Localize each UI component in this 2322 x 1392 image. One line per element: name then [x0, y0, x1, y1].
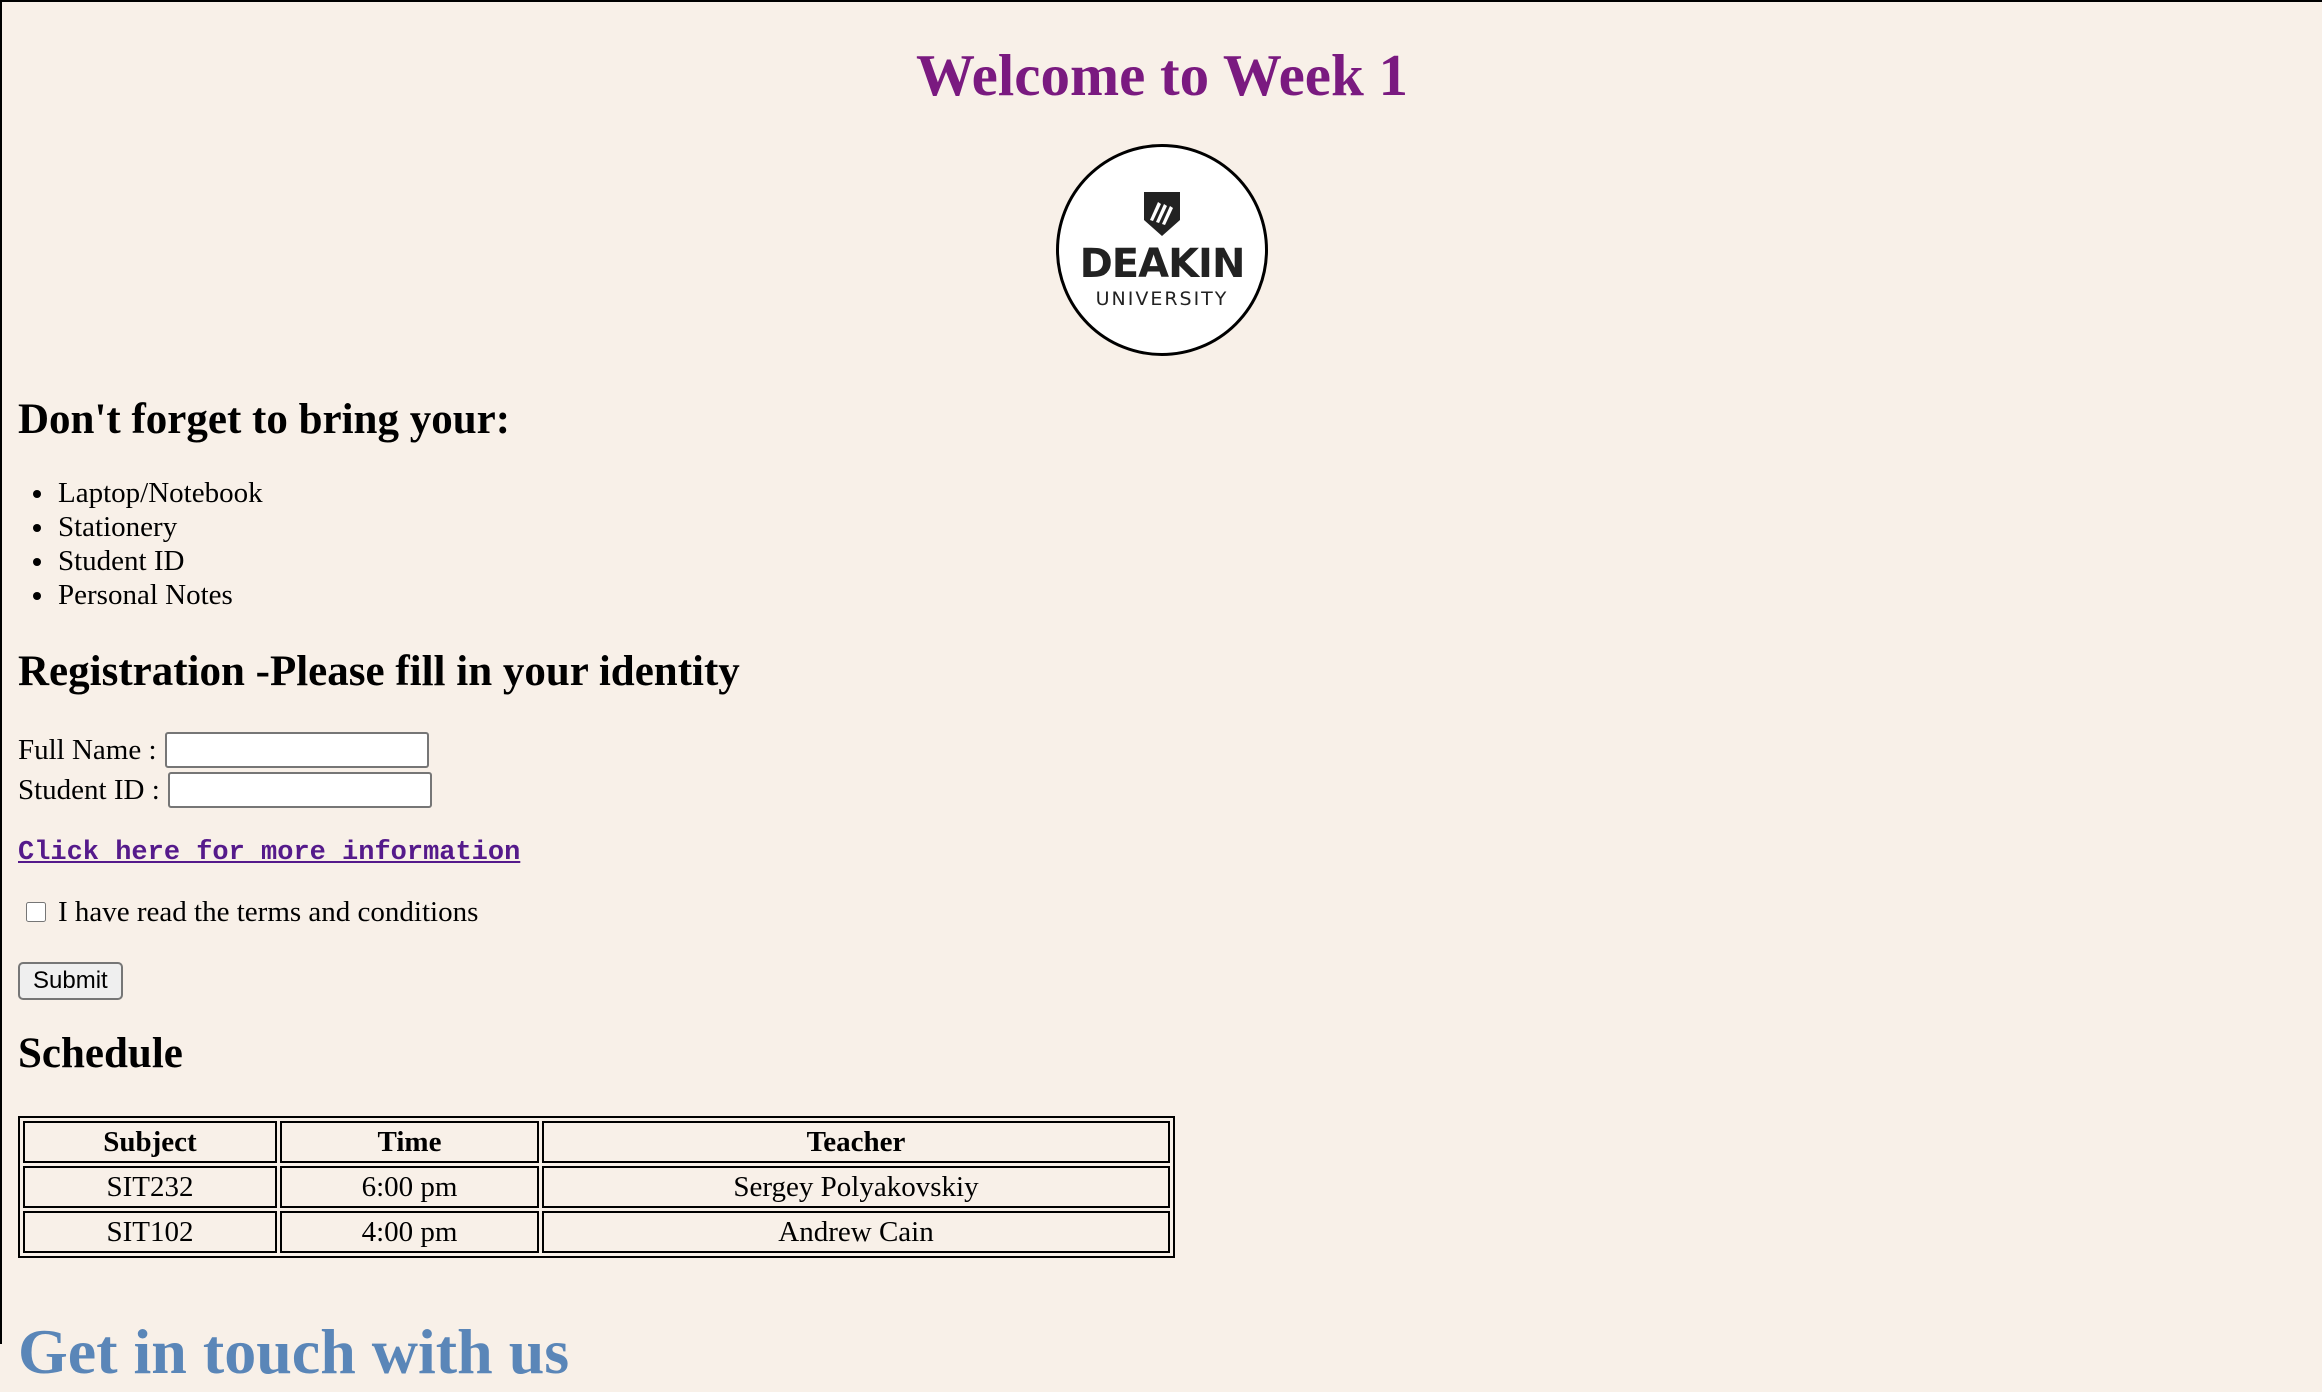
student-id-input[interactable] — [167, 772, 432, 808]
registration-heading: Registration -Please fill in your identi… — [18, 648, 740, 695]
student-id-row: Student ID : — [18, 770, 2306, 810]
schedule-table: Subject Time Teacher SIT232 6:00 pm Serg… — [18, 1116, 1175, 1258]
terms-label: I have read the terms and conditions — [58, 896, 479, 928]
registration-form: Full Name : Student ID : — [18, 730, 2306, 810]
full-name-input[interactable] — [164, 732, 429, 768]
terms-row: I have read the terms and conditions — [18, 892, 2306, 932]
deakin-logo: DEAKIN UNIVERSITY — [1056, 144, 1268, 356]
table-header-row: Subject Time Teacher — [23, 1121, 1170, 1163]
full-name-row: Full Name : — [18, 730, 2306, 770]
table-cell: 6:00 pm — [280, 1166, 539, 1208]
column-header-teacher: Teacher — [542, 1121, 1170, 1163]
table-cell: 4:00 pm — [280, 1211, 539, 1253]
contact-heading: Get in touch with us — [18, 1316, 570, 1387]
submit-button[interactable]: Submit — [18, 962, 123, 1000]
student-id-label: Student ID : — [18, 774, 160, 806]
bring-heading: Don't forget to bring your: — [18, 396, 511, 443]
table-cell: Sergey Polyakovskiy — [542, 1166, 1170, 1208]
logo-wordmark: DEAKIN — [1079, 241, 1246, 287]
full-name-label: Full Name : — [18, 734, 157, 766]
table-cell: SIT102 — [23, 1211, 277, 1253]
logo-subtitle: UNIVERSITY — [1095, 288, 1229, 310]
logo-container: DEAKIN UNIVERSITY — [18, 144, 2306, 356]
table-row: SIT102 4:00 pm Andrew Cain — [23, 1211, 1170, 1253]
page-title: Welcome to Week 1 — [915, 42, 1409, 108]
column-header-subject: Subject — [23, 1121, 277, 1163]
list-item: Stationery — [56, 510, 2306, 544]
table-cell: Andrew Cain — [542, 1211, 1170, 1253]
list-item: Personal Notes — [56, 578, 2306, 612]
table-row: SIT232 6:00 pm Sergey Polyakovskiy — [23, 1166, 1170, 1208]
list-item: Laptop/Notebook — [56, 476, 2306, 510]
deakin-shield-icon — [1144, 192, 1180, 236]
bring-list: Laptop/Notebook Stationery Student ID Pe… — [18, 476, 2306, 612]
terms-checkbox[interactable] — [26, 902, 46, 922]
more-info-link[interactable]: Click here for more information — [18, 836, 520, 870]
list-item: Student ID — [56, 544, 2306, 578]
page: Welcome to Week 1 DEAKIN UNIVERSITY Don'… — [2, 2, 2322, 1258]
column-header-time: Time — [280, 1121, 539, 1163]
schedule-heading: Schedule — [18, 1030, 183, 1077]
table-cell: SIT232 — [23, 1166, 277, 1208]
